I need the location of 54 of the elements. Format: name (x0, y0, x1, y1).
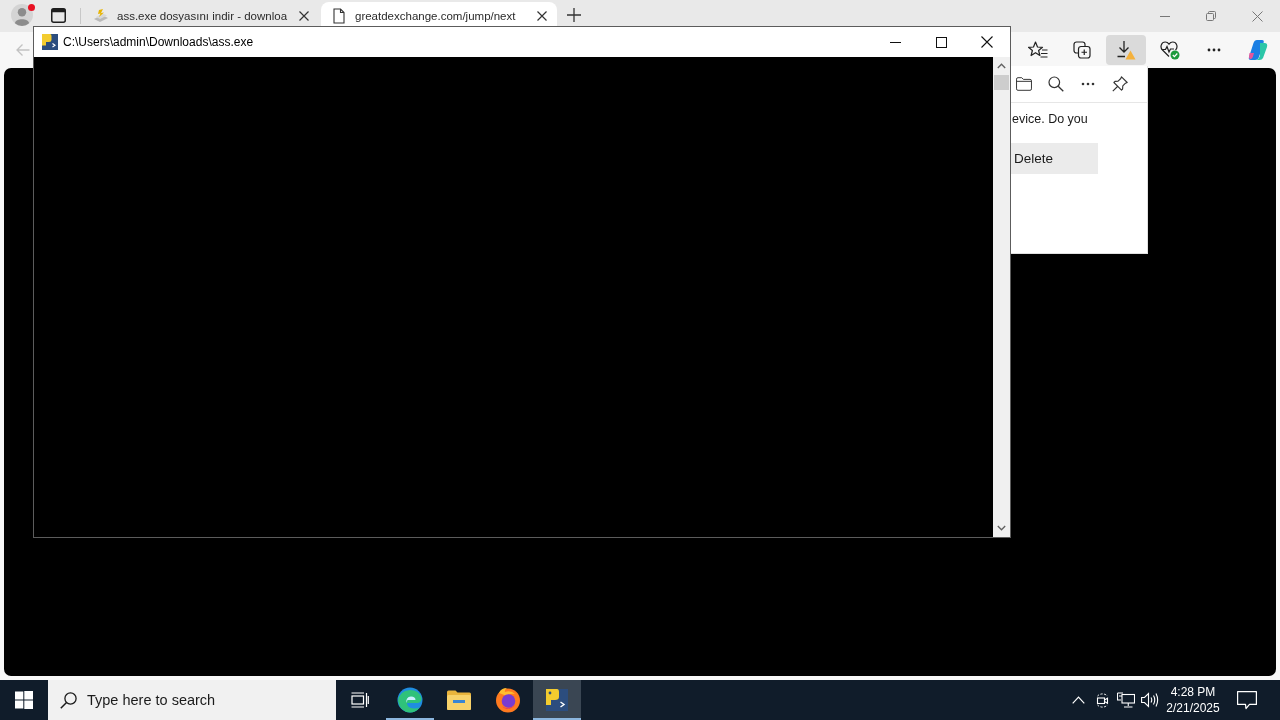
pin-icon[interactable] (1112, 76, 1128, 92)
app-logo-icon (1247, 39, 1269, 61)
speaker-icon (1141, 692, 1159, 708)
download-warning-icon (1116, 40, 1136, 60)
profile-button[interactable] (11, 4, 33, 26)
folder-icon (447, 690, 471, 710)
close-icon (981, 36, 993, 48)
delete-button[interactable]: Delete (1011, 143, 1098, 174)
more-icon[interactable] (1081, 82, 1095, 86)
maximize-icon (935, 36, 947, 48)
swirl-logo-icon (397, 687, 423, 713)
star-list-icon (1028, 41, 1048, 59)
scroll-up-icon[interactable] (997, 63, 1006, 69)
browser-tab[interactable]: greatdexchange.com/jump/next (321, 2, 557, 26)
scroll-down-icon[interactable] (997, 525, 1006, 531)
close-icon (537, 11, 547, 21)
scrollbar[interactable] (993, 57, 1010, 537)
close-icon (1251, 10, 1263, 22)
heart-pulse-icon (1160, 40, 1180, 60)
chevron-up-icon (1071, 696, 1085, 704)
download-warning-text: evice. Do you (1011, 112, 1089, 126)
taskbar-app-button[interactable] (533, 680, 581, 720)
minimize-icon (889, 41, 901, 43)
collections-icon (1073, 41, 1091, 59)
search-icon[interactable] (1048, 76, 1064, 92)
page-icon (331, 8, 347, 24)
back-arrow-icon (16, 43, 30, 57)
restore-icon (1206, 11, 1216, 21)
speech-bubble-icon (1237, 690, 1257, 710)
terminal-icon (545, 688, 569, 712)
search-icon (60, 691, 77, 709)
clock-button[interactable]: 4:28 PM 2/21/2025 (1162, 680, 1224, 720)
notification-dot-icon (28, 4, 35, 11)
tab-title: greatdexchange.com/jump/next (355, 10, 517, 22)
close-icon (299, 11, 309, 21)
search-bar[interactable]: Type here to search (48, 680, 336, 720)
browser-tab[interactable]: ass.exe dosyasını indir - downloa (83, 2, 319, 26)
windows-logo-icon (15, 691, 33, 709)
network-icon (1117, 692, 1135, 708)
camera-icon (1094, 691, 1110, 709)
terminal-icon (42, 34, 58, 50)
minimize-icon (1160, 15, 1170, 17)
tab-title: ass.exe dosyasını indir - downloa (117, 10, 289, 22)
search-input[interactable]: Type here to search (87, 690, 336, 710)
site-logo-icon (93, 8, 109, 24)
folder-icon[interactable] (1016, 76, 1032, 92)
scroll-thumb[interactable] (994, 75, 1009, 90)
plus-icon (567, 8, 581, 22)
window-title: C:\Users\admin\Downloads\ass.exe (63, 35, 254, 49)
task-view-icon (351, 692, 369, 708)
more-icon (1207, 48, 1221, 52)
tab-actions-icon (50, 7, 66, 23)
avatar-icon (11, 4, 33, 26)
flame-globe-icon (495, 687, 521, 713)
